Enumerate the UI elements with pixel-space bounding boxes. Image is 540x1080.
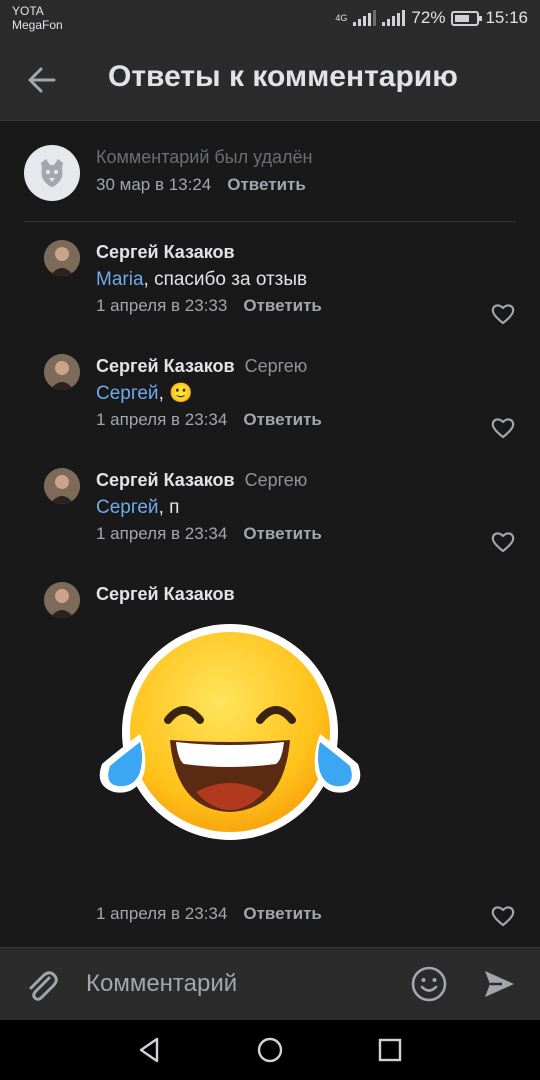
mention-link[interactable]: Сергей <box>96 383 159 404</box>
user-photo-icon <box>44 468 80 504</box>
comment-text: Maria, спасибо за отзыв <box>96 267 516 293</box>
like-button[interactable] <box>490 416 516 440</box>
reply-to-name: Сергею <box>244 356 308 376</box>
status-bar: YOTA MegaFon 4G 72% 15:16 <box>0 0 540 38</box>
carrier-name-2: MegaFon <box>12 18 63 32</box>
carrier-name-1: YOTA <box>12 4 44 18</box>
comment-message: , п <box>158 497 180 518</box>
comment-date: 1 апреля в 23:33 <box>96 296 228 315</box>
like-button[interactable] <box>490 302 516 326</box>
reply-to-name: Сергею <box>244 470 308 490</box>
heart-icon <box>491 906 515 927</box>
heart-icon <box>491 418 515 439</box>
comment-date: 30 мар в 13:24 <box>96 175 212 194</box>
signal-icon-1 <box>353 10 377 26</box>
comment-footer: 1 апреля в 23:34 Ответить <box>96 904 516 924</box>
avatar[interactable] <box>44 240 80 276</box>
mention-link[interactable]: Maria <box>96 269 144 290</box>
original-comment: Комментарий был удалён 30 мар в 13:24 Отв… <box>24 143 524 223</box>
dog-face-icon <box>41 159 63 187</box>
status-indicators: 4G 72% 15:16 <box>335 8 528 28</box>
triangle-back-icon <box>139 1037 159 1063</box>
user-photo-icon <box>44 354 80 390</box>
comment-date: 1 апреля в 23:34 <box>96 904 228 923</box>
avatar[interactable] <box>44 468 80 504</box>
circle-home-icon <box>257 1037 283 1063</box>
laughing-tears-emoji-icon[interactable] <box>96 624 364 854</box>
author-name[interactable]: Сергей Казаков <box>96 470 235 490</box>
comment-body: Сергей Казаков Сергею Сергей, п 1 апреля … <box>96 468 516 544</box>
signal-icon-2 <box>382 10 406 26</box>
send-button[interactable] <box>480 965 518 1003</box>
top-app-bar: Ответы к комментарию <box>0 38 540 121</box>
back-button[interactable] <box>22 60 62 100</box>
like-button[interactable] <box>490 904 516 928</box>
replies-list[interactable]: Комментарий был удалён 30 мар в 13:24 Отв… <box>0 121 540 947</box>
emoji-button[interactable] <box>410 965 448 1003</box>
page-title: Ответы к комментарию <box>108 60 458 93</box>
reply-comment: Сергей Казаков Сергею Сергей, 🙂 1 апреля … <box>44 354 524 444</box>
comment-body: Сергей Казаков Maria, спасибо за отзыв 1… <box>96 240 516 316</box>
attach-button[interactable] <box>22 966 62 1006</box>
reply-comment: Сергей Казаков Сергею Сергей, п 1 апреля … <box>44 468 524 558</box>
heart-icon <box>491 304 515 325</box>
comment-date: 1 апреля в 23:34 <box>96 524 228 543</box>
paperclip-icon <box>29 971 58 1001</box>
like-button[interactable] <box>490 530 516 554</box>
network-type: 4G <box>335 12 348 23</box>
square-recents-icon <box>378 1038 402 1062</box>
carrier-info: YOTA MegaFon <box>12 4 63 32</box>
battery-percent: 72% <box>411 8 446 27</box>
author-name[interactable]: Сергей Казаков <box>96 356 235 376</box>
smile-icon <box>411 966 447 1002</box>
divider <box>24 221 516 222</box>
author-name[interactable]: Сергей Казаков <box>96 242 235 262</box>
reply-button[interactable]: Ответить <box>243 296 322 315</box>
arrow-left-icon <box>28 67 56 93</box>
comment-text: Сергей, 🙂 <box>96 381 516 407</box>
comment-body: Сергей Казаков <box>96 582 516 606</box>
comment-meta: 30 мар в 13:24 Ответить <box>96 175 306 195</box>
user-photo-icon <box>44 240 80 276</box>
nav-recents-button[interactable] <box>375 1035 405 1065</box>
avatar[interactable] <box>44 354 80 390</box>
comment-message: , 🙂 <box>158 383 193 404</box>
battery-icon <box>451 10 483 26</box>
send-arrow-icon <box>485 971 514 997</box>
nav-back-button[interactable] <box>135 1035 165 1065</box>
reply-button[interactable]: Ответить <box>243 524 322 543</box>
mention-link[interactable]: Сергей <box>96 497 159 518</box>
heart-icon <box>491 532 515 553</box>
nav-home-button[interactable] <box>255 1035 285 1065</box>
deleted-user-avatar <box>24 145 80 201</box>
user-photo-icon <box>44 582 80 618</box>
author-name[interactable]: Сергей Казаков <box>96 584 235 604</box>
deleted-comment-text: Комментарий был удалён <box>96 147 313 167</box>
comment-message: , спасибо за отзыв <box>143 269 308 290</box>
comment-date: 1 апреля в 23:34 <box>96 410 228 429</box>
reply-button[interactable]: Ответить <box>227 175 306 194</box>
system-nav-bar <box>0 1020 540 1080</box>
reply-comment: Сергей Казаков 1 апреля в 23:34 Ответить <box>44 582 524 927</box>
clock: 15:16 <box>485 8 528 27</box>
comment-composer <box>0 947 540 1020</box>
comment-text: Сергей, п <box>96 495 516 521</box>
avatar[interactable] <box>44 582 80 618</box>
reply-comment: Сергей Казаков Maria, спасибо за отзыв 1… <box>44 240 524 330</box>
reply-button[interactable]: Ответить <box>243 904 322 923</box>
comment-body: Сергей Казаков Сергею Сергей, 🙂 1 апреля … <box>96 354 516 430</box>
reply-button[interactable]: Ответить <box>243 410 322 429</box>
comment-input[interactable] <box>86 962 386 1006</box>
